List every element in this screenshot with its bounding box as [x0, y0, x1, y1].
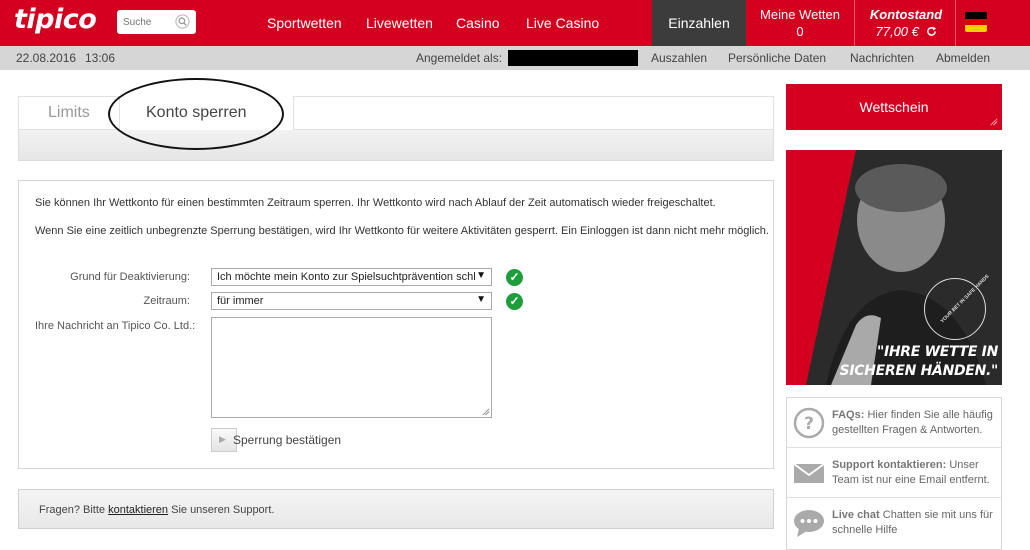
- current-date: 22.08.2016: [16, 51, 77, 65]
- balance-row: 77,00 €: [860, 23, 952, 40]
- reason-label: Grund für Deaktivierung:: [70, 271, 190, 283]
- help-title-chat: Live chat: [832, 509, 880, 521]
- intro-text-2: Wenn Sie eine zeitlich unbegrenzte Sperr…: [35, 225, 769, 237]
- balance-value: 77,00 €: [875, 24, 919, 39]
- refresh-icon[interactable]: [926, 26, 937, 37]
- search-input[interactable]: [123, 14, 173, 30]
- help-item-chat[interactable]: Live chat Chatten sie mit uns für schnel…: [787, 498, 1001, 548]
- help-box: ? FAQs: Hier finden Sie alle häufig gest…: [786, 397, 1002, 550]
- account-lock-form: Sie können Ihr Wettkonto für einen besti…: [18, 180, 774, 469]
- dropdown-arrow-icon: ▼: [476, 270, 486, 281]
- my-bets-count: 0: [796, 24, 804, 39]
- help-text-chat: Live chat Chatten sie mit uns für schnel…: [832, 508, 997, 538]
- top-header: tipico Sportwetten Livewetten Casino Liv…: [0, 0, 1030, 46]
- reason-select-value: Ich möchte mein Konto zur Spielsuchtpräv…: [217, 271, 476, 283]
- account-subbar: 22.08.2016 13:06 Angemeldet als: Auszahl…: [0, 46, 1030, 70]
- mail-icon: [793, 463, 825, 483]
- help-title-faq: FAQs:: [832, 409, 865, 421]
- chat-icon: [794, 510, 824, 537]
- confirm-lock-button[interactable]: ▶ Sperrung bestätigen: [211, 428, 351, 452]
- checkmark-icon: ✓: [506, 293, 523, 310]
- nav-sportwetten[interactable]: Sportwetten: [267, 15, 342, 31]
- question-icon: ?: [793, 407, 825, 439]
- betslip-label: Wettschein: [859, 99, 929, 115]
- checkmark-icon: ✓: [506, 269, 523, 286]
- promo-slogan: "IHRE WETTE IN SICHEREN HÄNDEN.": [808, 343, 999, 381]
- help-text-faq: FAQs: Hier finden Sie alle häufig gestel…: [832, 408, 997, 438]
- nav-live-casino[interactable]: Live Casino: [526, 15, 599, 31]
- link-nachrichten[interactable]: Nachrichten: [850, 51, 914, 65]
- reason-select[interactable]: Ich möchte mein Konto zur Spielsuchtpräv…: [211, 268, 492, 286]
- search-icon[interactable]: [175, 14, 190, 29]
- link-persoenliche-daten[interactable]: Persönliche Daten: [728, 51, 826, 65]
- tipico-logo[interactable]: tipico: [14, 4, 97, 35]
- period-label: Zeitraum:: [143, 295, 190, 307]
- dropdown-arrow-icon: ▼: [476, 294, 486, 305]
- germany-flag-icon[interactable]: [965, 12, 987, 32]
- my-bets-label: Meine Wetten: [760, 7, 840, 22]
- promo-line-1: "IHRE WETTE IN: [876, 344, 998, 360]
- message-label: Ihre Nachricht an Tipico Co. Ltd.:: [35, 320, 196, 332]
- support-bar: Fragen? Bitte kontaktieren Sie unseren S…: [18, 489, 774, 529]
- resize-grip-icon[interactable]: [481, 407, 490, 416]
- tab-limits[interactable]: Limits: [48, 104, 90, 122]
- balance-label: Kontostand: [869, 7, 943, 22]
- balance-box[interactable]: Kontostand 77,00 €: [860, 6, 952, 40]
- confirm-lock-label: Sperrung bestätigen: [233, 433, 342, 447]
- contact-link[interactable]: kontaktieren: [108, 504, 168, 516]
- header-divider: [854, 0, 855, 46]
- period-select-value: für immer: [217, 295, 264, 307]
- my-bets-button[interactable]: Meine Wetten 0: [752, 6, 848, 40]
- help-item-support[interactable]: Support kontaktieren: Unser Team ist nur…: [787, 448, 1001, 498]
- link-abmelden[interactable]: Abmelden: [936, 51, 990, 65]
- nav-casino[interactable]: Casino: [456, 15, 500, 31]
- deposit-button[interactable]: Einzahlen: [652, 0, 746, 46]
- nav-livewetten[interactable]: Livewetten: [366, 15, 433, 31]
- support-text: Fragen? Bitte kontaktieren Sie unseren S…: [39, 504, 274, 516]
- play-icon: ▶: [219, 434, 226, 444]
- promo-banner[interactable]: YOUR BET IN SAFE HANDS "IHRE WETTE IN SI…: [786, 150, 1002, 385]
- period-select[interactable]: für immer ▼: [211, 292, 492, 310]
- support-suffix: Sie unseren Support.: [171, 504, 275, 516]
- intro-text-1: Sie können Ihr Wettkonto für einen besti…: [35, 197, 716, 209]
- current-time: 13:06: [85, 51, 116, 65]
- support-prefix: Fragen? Bitte: [39, 504, 106, 516]
- redacted-username: [508, 50, 638, 66]
- message-textarea[interactable]: [211, 317, 492, 418]
- help-title-support: Support kontaktieren:: [832, 459, 947, 471]
- betslip-button[interactable]: Wettschein: [786, 84, 1002, 130]
- logged-in-label: Angemeldet als:: [416, 51, 503, 65]
- resize-grip-icon: [990, 118, 998, 126]
- promo-line-2: SICHEREN HÄNDEN.": [839, 363, 999, 379]
- link-auszahlen[interactable]: Auszahlen: [651, 51, 707, 65]
- svg-text:?: ?: [804, 414, 814, 434]
- help-text-support: Support kontaktieren: Unser Team ist nur…: [832, 458, 997, 488]
- header-divider: [955, 0, 956, 46]
- highlight-ellipse: [108, 78, 284, 150]
- help-item-faq[interactable]: ? FAQs: Hier finden Sie alle häufig gest…: [787, 398, 1001, 448]
- search-box[interactable]: [117, 10, 196, 34]
